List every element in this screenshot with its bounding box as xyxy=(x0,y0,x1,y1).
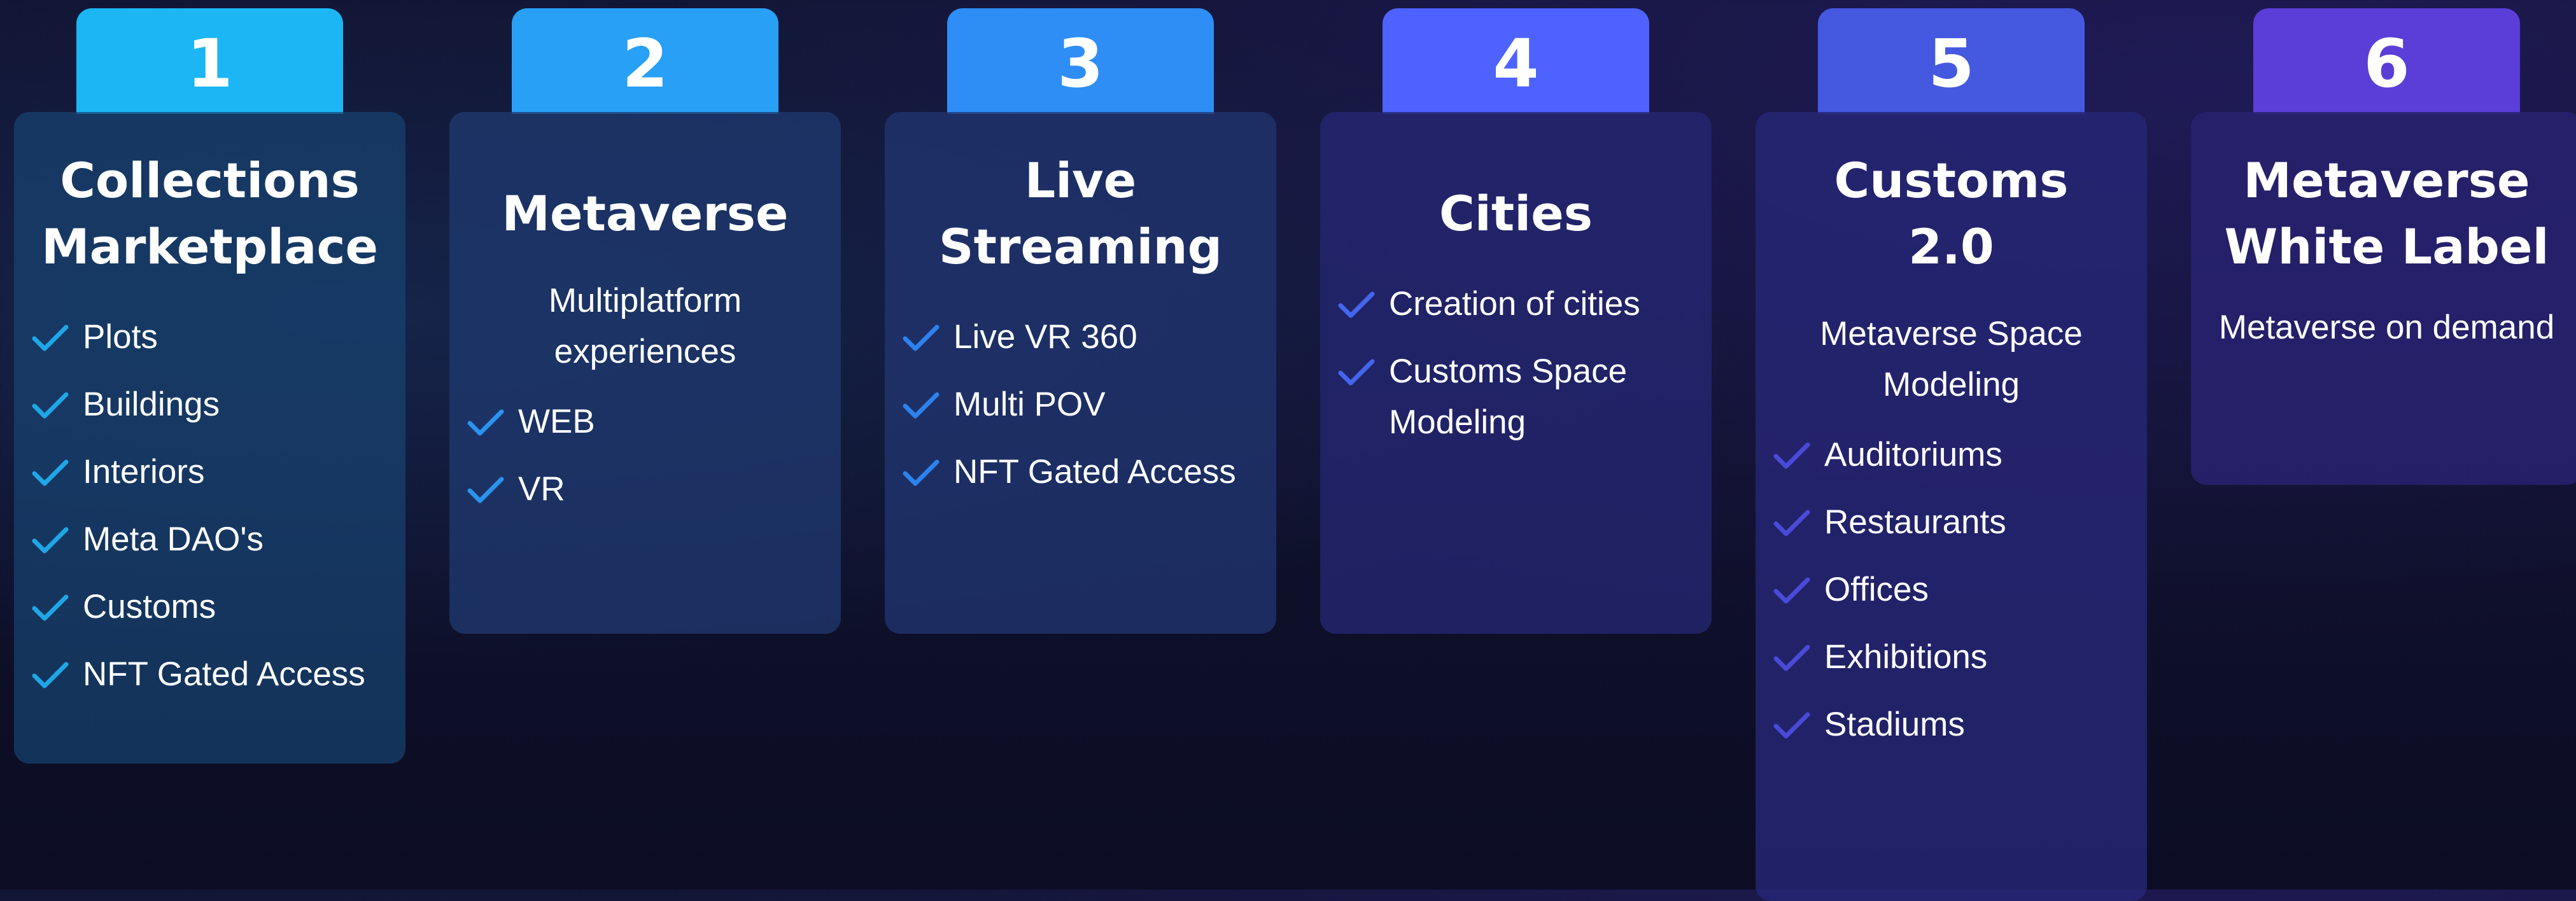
feature-list-item: Auditoriums xyxy=(1773,430,2147,480)
step-number-badge: 2 xyxy=(512,8,778,114)
step-title-line: White Label xyxy=(2224,218,2549,275)
check-icon xyxy=(1773,643,1810,674)
feature-label: Live VR 360 xyxy=(954,318,1137,356)
feature-label: VR xyxy=(518,470,565,508)
feature-label: Customs Space Modeling xyxy=(1389,353,1628,441)
feature-label: Buildings xyxy=(83,386,220,423)
feature-label: Exhibitions xyxy=(1824,638,1988,676)
feature-label: Auditoriums xyxy=(1824,436,2002,473)
check-icon xyxy=(32,593,69,624)
step-subtitle: Multiplatform experiences xyxy=(449,276,841,377)
step-feature-list: Live VR 360 Multi POV NFT Gated Access xyxy=(885,312,1276,498)
step-subtitle-line: Metaverse on demand xyxy=(2218,309,2555,346)
feature-label: Multi POV xyxy=(954,386,1106,423)
step-title-line: Cities xyxy=(1439,185,1593,242)
check-icon xyxy=(903,458,940,489)
feature-label: Creation of cities xyxy=(1389,285,1640,323)
check-icon xyxy=(467,475,504,506)
step-subtitle-line: Multiplatform xyxy=(548,282,742,319)
step-title-line: Live xyxy=(1024,152,1137,209)
step-title-line: Collections xyxy=(60,152,360,209)
check-icon xyxy=(903,323,940,354)
feature-list-item: Creation of cities xyxy=(1338,279,1712,330)
step-feature-list: Creation of cities Customs Space Modeling xyxy=(1320,279,1712,448)
feature-list-item: Plots xyxy=(32,312,405,363)
feature-list-item: Interiors xyxy=(32,447,405,498)
feature-label: WEB xyxy=(518,403,595,440)
step-title: Collections Marketplace xyxy=(14,148,405,280)
feature-list-item: NFT Gated Access xyxy=(32,649,405,700)
step-number-badge: 1 xyxy=(76,8,343,114)
step-number-badge: 6 xyxy=(2253,8,2520,114)
check-icon xyxy=(1773,441,1810,471)
step-subtitle-line: experiences xyxy=(554,333,736,370)
check-icon xyxy=(1773,508,1810,539)
feature-list-item: VR xyxy=(467,464,841,515)
step-title-line: Streaming xyxy=(938,218,1223,275)
step-title-line: 2.0 xyxy=(1908,218,1994,275)
feature-label: Restaurants xyxy=(1824,503,2006,541)
step-number-badge: 4 xyxy=(1383,8,1649,114)
check-icon xyxy=(32,323,69,354)
step-card: Metaverse Multiplatform experiences WEB VR xyxy=(449,112,841,634)
step-feature-list: Plots Buildings Interiors Meta DAO's Customs… xyxy=(14,312,405,700)
step-title: Customs 2.0 xyxy=(1756,148,2147,280)
step-card: Collections Marketplace Plots Buildings Inte… xyxy=(14,112,405,764)
step-card: Metaverse White Label Metaverse on demand xyxy=(2191,112,2576,485)
step-subtitle-line: Metaverse Space xyxy=(1820,315,2083,353)
check-icon xyxy=(1338,290,1375,321)
feature-list-item: NFT Gated Access xyxy=(903,447,1276,498)
feature-list-item: Live VR 360 xyxy=(903,312,1276,363)
step-subtitle: Metaverse Space Modeling xyxy=(1756,309,2147,410)
step-feature-list: WEB VR xyxy=(449,396,841,515)
feature-label: Interiors xyxy=(83,453,205,491)
step-card: Cities Creation of cities Customs Space Mo… xyxy=(1320,112,1712,634)
feature-label: Customs xyxy=(83,588,216,625)
step-title: Live Streaming xyxy=(885,148,1276,280)
step-title: Cities xyxy=(1320,181,1712,247)
check-icon xyxy=(467,408,504,438)
feature-list-item: Meta DAO's xyxy=(32,514,405,565)
feature-label: NFT Gated Access xyxy=(954,453,1236,491)
check-icon xyxy=(1773,711,1810,741)
feature-list-item: Exhibitions xyxy=(1773,632,2147,683)
check-icon xyxy=(32,458,69,489)
step-title: Metaverse White Label xyxy=(2191,148,2576,280)
step-title-line: Metaverse xyxy=(2243,152,2530,209)
step-number-badge: 5 xyxy=(1818,8,2085,114)
check-icon xyxy=(32,391,69,421)
step-title-line: Customs xyxy=(1834,152,2069,209)
check-icon xyxy=(32,526,69,556)
check-icon xyxy=(32,660,69,691)
step-subtitle-line: Modeling xyxy=(1882,366,2020,403)
feature-label: Plots xyxy=(83,318,158,356)
step-title: Metaverse xyxy=(449,181,841,247)
feature-list-item: Customs Space Modeling xyxy=(1338,346,1712,448)
feature-label: Stadiums xyxy=(1824,706,1965,743)
feature-list-item: Stadiums xyxy=(1773,699,2147,750)
step-title-line: Metaverse xyxy=(502,185,789,242)
step-card: Live Streaming Live VR 360 Multi POV NFT Gat… xyxy=(885,112,1276,634)
step-subtitle: Metaverse on demand xyxy=(2191,302,2576,353)
check-icon xyxy=(1773,576,1810,606)
feature-list-item: Multi POV xyxy=(903,379,1276,430)
feature-list-item: Customs xyxy=(32,582,405,632)
step-title-line: Marketplace xyxy=(41,218,379,275)
feature-label: Offices xyxy=(1824,571,1929,608)
feature-label: Meta DAO's xyxy=(83,520,264,558)
step-number-badge: 3 xyxy=(947,8,1214,114)
step-feature-list: Auditoriums Restaurants Offices Exhibitions… xyxy=(1756,430,2147,750)
check-icon xyxy=(903,391,940,421)
feature-list-item: Buildings xyxy=(32,379,405,430)
feature-list-item: Offices xyxy=(1773,564,2147,615)
step-card: Customs 2.0 Metaverse Space Modeling Auditor… xyxy=(1756,112,2147,901)
feature-list-item: WEB xyxy=(467,396,841,447)
feature-label: NFT Gated Access xyxy=(83,655,365,693)
check-icon xyxy=(1338,358,1375,388)
feature-list-item: Restaurants xyxy=(1773,497,2147,548)
